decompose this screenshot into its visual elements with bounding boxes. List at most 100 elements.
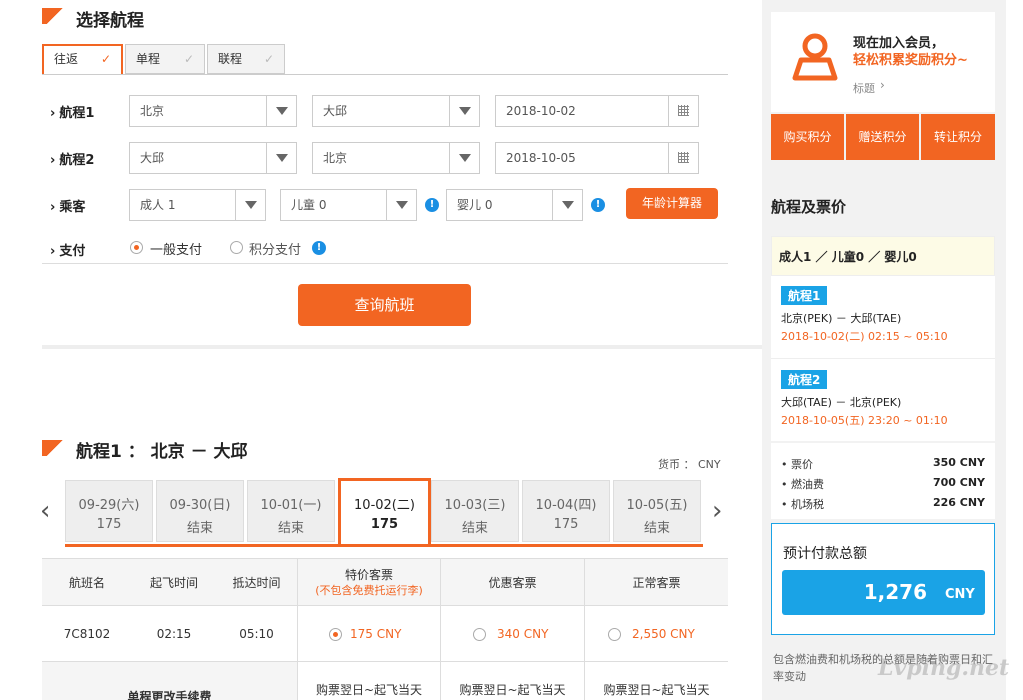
col-header-arr: 抵达时间 <box>232 576 281 590</box>
age-calculator-button[interactable]: 年龄计算器 <box>626 188 718 219</box>
buy-points-button[interactable]: 购买积分 <box>771 114 844 160</box>
arrival-time: 05:10 <box>239 627 274 641</box>
summary-title: 航程及票价 <box>771 198 847 216</box>
payment-info-icon[interactable]: ! <box>312 241 326 255</box>
fee-cell: 购票翌日~起飞当天 <box>459 683 566 697</box>
fee-name: • 机场税 <box>781 498 824 511</box>
currency-label: 货币 ： CNY <box>658 458 721 471</box>
calendar-icon[interactable] <box>668 96 698 126</box>
tab-label: 单程 <box>136 52 161 66</box>
tab-label: 往返 <box>54 52 79 66</box>
summary-divider <box>771 358 995 359</box>
date-option[interactable]: 10-04(四) 175 <box>522 480 610 542</box>
calendar-icon[interactable] <box>668 143 698 173</box>
date-price: 175 <box>370 517 399 532</box>
pax-summary: 成人1 ／ 儿童0 ／ 婴儿0 <box>779 250 917 264</box>
section-flag-icon <box>42 440 64 456</box>
dropdown-arrow-icon[interactable] <box>266 96 296 126</box>
tab-multicity[interactable]: 联程 ✓ <box>207 44 285 74</box>
leg2-to-select[interactable]: 北京 <box>312 142 480 174</box>
fee-name: • 票价 <box>781 458 813 471</box>
chevron-right-icon: › <box>880 78 885 92</box>
select-value: 大邱 <box>140 151 165 165</box>
dropdown-arrow-icon[interactable] <box>386 190 416 220</box>
transfer-points-button[interactable]: 转让积分 <box>921 114 995 160</box>
page-title: 选择航程 <box>76 11 144 31</box>
date-text: 10-05(五) <box>626 498 688 513</box>
leg1-from-select[interactable]: 北京 <box>129 95 297 127</box>
dropdown-arrow-icon[interactable] <box>552 190 582 220</box>
member-link[interactable]: 标题 <box>853 80 875 96</box>
fee-name-text: 票价 <box>791 458 813 471</box>
summary-leg2-time: 2018-10-05(五) 23:20 ~ 01:10 <box>781 414 948 427</box>
select-value: 婴儿 0 <box>457 198 493 212</box>
tab-divider <box>42 74 728 75</box>
check-icon: ✓ <box>263 52 274 66</box>
date-option[interactable]: 09-29(六) 175 <box>65 480 153 542</box>
date-option[interactable]: 10-03(三) 结束 <box>431 480 519 542</box>
date-text: 10-02(二) <box>354 498 415 513</box>
date-price: 结束 <box>186 521 213 536</box>
date-text: 10-04(四) <box>535 498 597 513</box>
infant-info-icon[interactable]: ! <box>591 198 605 212</box>
date-option[interactable]: 09-30(日) 结束 <box>156 480 244 542</box>
date-option[interactable]: 10-01(一) 结束 <box>247 480 335 542</box>
results-title: 航程1 ： 北京 － 大邱 <box>76 442 248 462</box>
watermark: Lvping.net <box>878 655 1010 681</box>
flight-number: 7C8102 <box>63 627 111 641</box>
col-header-flight: 航班名 <box>68 576 105 590</box>
select-value: 成人 1 <box>140 198 176 212</box>
section-flag-icon <box>42 8 64 24</box>
discount-fare-radio[interactable] <box>473 628 486 641</box>
infant-select[interactable]: 婴儿 0 <box>446 189 583 221</box>
date-text: 09-30(日) <box>169 498 231 513</box>
discount-fare-price: 340 CNY <box>497 627 549 641</box>
special-fare-radio[interactable] <box>329 628 342 641</box>
tab-roundtrip[interactable]: 往返 ✓ <box>42 44 123 75</box>
special-fare-price: 175 CNY <box>350 627 402 641</box>
leg2-from-select[interactable]: 大邱 <box>129 142 297 174</box>
next-date-arrow-icon[interactable]: › <box>712 496 722 526</box>
summary-leg1-tag: 航程1 <box>781 286 828 305</box>
prev-date-arrow-icon[interactable]: ‹ <box>40 496 50 526</box>
date-option[interactable]: 10-05(五) 结束 <box>613 480 701 542</box>
points-payment-radio[interactable] <box>230 241 243 254</box>
leg2-label: 航程2 <box>50 149 94 168</box>
fee-value: 226 CNY <box>932 496 985 509</box>
dropdown-arrow-icon[interactable] <box>449 96 479 126</box>
right-scroll-track <box>1006 0 1023 700</box>
child-select[interactable]: 儿童 0 <box>280 189 417 221</box>
general-payment-label: 一般支付 <box>150 243 203 258</box>
member-user-icon <box>789 30 841 82</box>
check-icon: ✓ <box>100 52 111 66</box>
dropdown-arrow-icon[interactable] <box>235 190 265 220</box>
gift-points-button[interactable]: 赠送积分 <box>846 114 919 160</box>
leg1-date-input[interactable]: 2018-10-02 <box>495 95 699 127</box>
search-flights-button[interactable]: 查询航班 <box>298 284 471 326</box>
fee-cell: 购票翌日~起飞当天 <box>603 683 710 697</box>
total-unit: CNY <box>945 587 975 602</box>
general-payment-radio[interactable] <box>130 241 143 254</box>
member-line2: 轻松积累奖励积分~ <box>853 53 968 68</box>
departure-time: 02:15 <box>156 627 192 641</box>
dropdown-arrow-icon[interactable] <box>266 143 296 173</box>
col-header-normal: 正常客票 <box>632 576 681 590</box>
leg2-date-input[interactable]: 2018-10-05 <box>495 142 699 174</box>
date-price: 结束 <box>461 521 488 536</box>
leg1-label: 航程1 <box>50 102 94 121</box>
select-value: 北京 <box>323 151 348 165</box>
date-price: 175 <box>96 517 122 532</box>
tab-label: 联程 <box>218 52 243 66</box>
child-info-icon[interactable]: ! <box>425 198 439 212</box>
fee-name: • 燃油费 <box>781 478 824 491</box>
section-divider <box>42 345 762 349</box>
form-divider <box>42 263 728 264</box>
dropdown-arrow-icon[interactable] <box>449 143 479 173</box>
normal-fare-radio[interactable] <box>608 628 621 641</box>
points-payment-label: 积分支付 <box>249 243 302 258</box>
leg1-to-select[interactable]: 大邱 <box>312 95 480 127</box>
total-label: 预计付款总额 <box>783 546 867 562</box>
tab-oneway[interactable]: 单程 ✓ <box>125 44 205 74</box>
date-option-selected[interactable]: 10-02(二) 175 <box>338 478 431 547</box>
adult-select[interactable]: 成人 1 <box>129 189 266 221</box>
